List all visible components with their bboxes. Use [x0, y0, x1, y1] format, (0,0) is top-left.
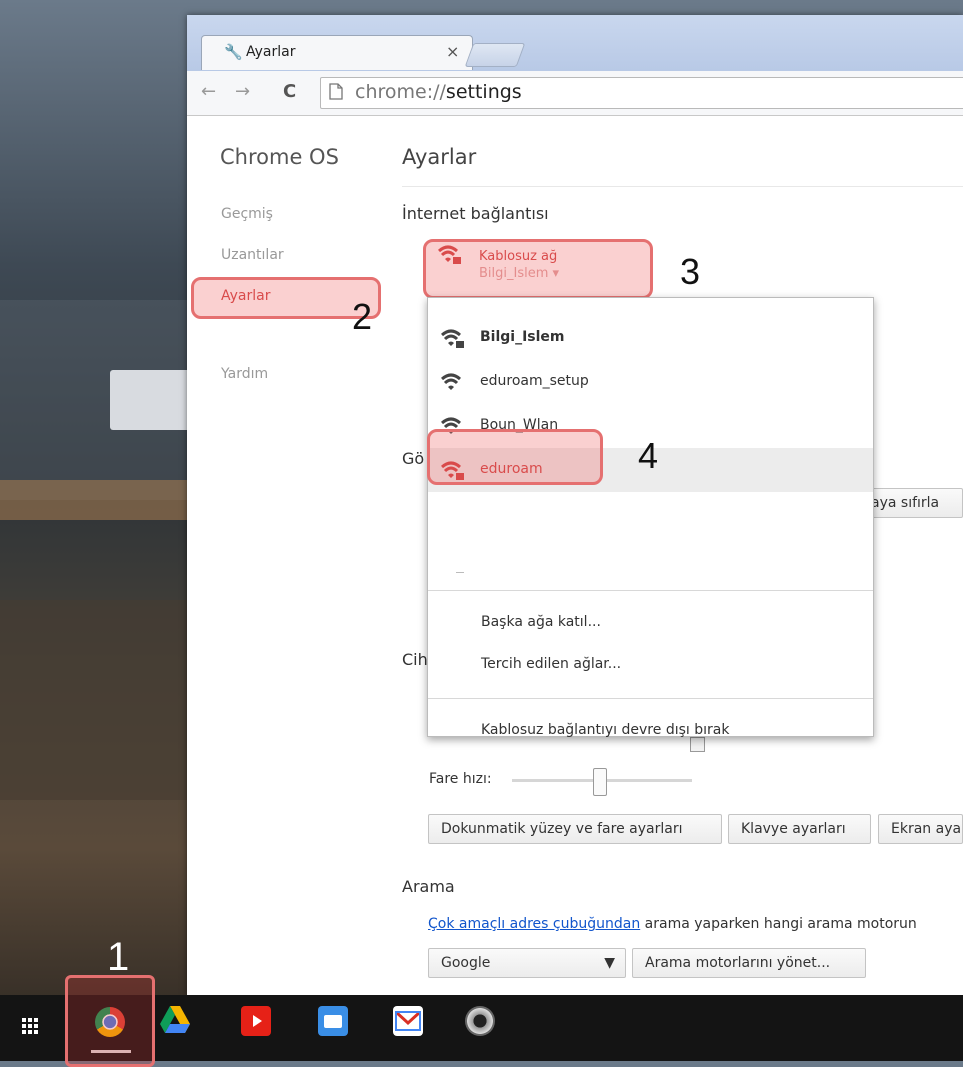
highlight-eduroam	[427, 429, 603, 485]
app-launcher-icon[interactable]	[20, 1016, 40, 1036]
omnibox[interactable]: chrome://settings	[320, 77, 963, 109]
network-item-bilgi-islem[interactable]: Bilgi_Islem	[428, 316, 873, 360]
highlight-chrome-icon	[65, 975, 155, 1067]
network-dropdown: Bilgi_Islem eduroam_setup Boun_Wlan edur…	[427, 297, 874, 738]
touchpad-checkbox[interactable]	[690, 737, 705, 752]
annotation-2: 2	[352, 296, 373, 337]
join-other-network[interactable]: Başka ağa katıl...	[481, 614, 601, 630]
new-tab-button[interactable]	[464, 43, 526, 67]
preferred-networks[interactable]: Tercih edilen ağlar...	[481, 656, 621, 672]
mouse-speed-label: Fare hızı:	[429, 771, 492, 787]
network-name: eduroam_setup	[480, 373, 589, 389]
appearance-heading-partial: Gö	[402, 449, 425, 468]
disable-wireless[interactable]: Kablosuz bağlantıyı devre dışı bırak	[481, 722, 729, 738]
browser-window: 🔧 Ayarlar × ← → C chrome://settings Chro…	[187, 15, 963, 995]
sidebar-item-help[interactable]: Yardım	[221, 366, 268, 382]
forward-icon[interactable]: →	[235, 81, 250, 102]
tab-title: Ayarlar	[246, 44, 296, 60]
drive-icon[interactable]	[160, 1006, 190, 1036]
dropdown-arrow-icon: ▼	[604, 955, 615, 971]
sidebar-item-extensions[interactable]: Uzantılar	[221, 247, 284, 263]
manage-search-engines-button[interactable]: Arama motorlarını yönet...	[632, 948, 866, 978]
dropdown-divider	[428, 590, 873, 591]
device-heading-partial: Cih	[402, 650, 428, 669]
internet-heading: İnternet bağlantısı	[402, 204, 549, 223]
mouse-speed-slider-thumb[interactable]	[593, 768, 607, 796]
wrench-icon: 🔧	[224, 43, 243, 61]
gmail-icon[interactable]	[393, 1006, 423, 1036]
highlight-network-selector	[423, 239, 653, 299]
annotation-3: 3	[680, 251, 701, 292]
toolbar: ← → C chrome://settings	[187, 71, 963, 116]
files-icon[interactable]	[318, 1006, 348, 1036]
close-icon[interactable]: ×	[446, 42, 459, 61]
wifi-secure-icon	[440, 327, 466, 353]
keyboard-settings-button[interactable]: Klavye ayarları	[728, 814, 871, 844]
network-name: Bilgi_Islem	[480, 329, 565, 345]
tab-settings[interactable]: 🔧 Ayarlar ×	[201, 35, 473, 70]
page-icon	[329, 83, 343, 104]
divider	[402, 186, 963, 187]
url-text: chrome://settings	[355, 81, 522, 103]
network-item-eduroam-setup[interactable]: eduroam_setup	[428, 360, 873, 404]
search-heading: Arama	[402, 877, 455, 896]
reload-icon[interactable]: C	[283, 81, 296, 102]
spinner-mark	[456, 572, 464, 573]
omnibox-link[interactable]: Çok amaçlı adres çubuğundan	[428, 916, 640, 932]
display-settings-button-partial[interactable]: Ekran aya	[878, 814, 963, 844]
back-icon[interactable]: ←	[201, 81, 216, 102]
dropdown-divider	[428, 698, 873, 699]
search-description: Çok amaçlı adres çubuğundan arama yapark…	[428, 916, 917, 932]
annotation-1: 1	[107, 935, 130, 979]
touchpad-mouse-settings-button[interactable]: Dokunmatik yüzey ve fare ayarları	[428, 814, 722, 844]
camera-icon[interactable]	[465, 1006, 495, 1036]
youtube-icon[interactable]	[241, 1006, 271, 1036]
sidebar-title: Chrome OS	[220, 145, 339, 169]
annotation-4: 4	[638, 435, 659, 476]
wifi-icon	[440, 371, 466, 397]
search-engine-select[interactable]: Google ▼	[428, 948, 626, 978]
tab-strip: 🔧 Ayarlar ×	[187, 15, 963, 71]
sidebar-item-history[interactable]: Geçmiş	[221, 206, 273, 222]
page-title: Ayarlar	[402, 145, 477, 169]
